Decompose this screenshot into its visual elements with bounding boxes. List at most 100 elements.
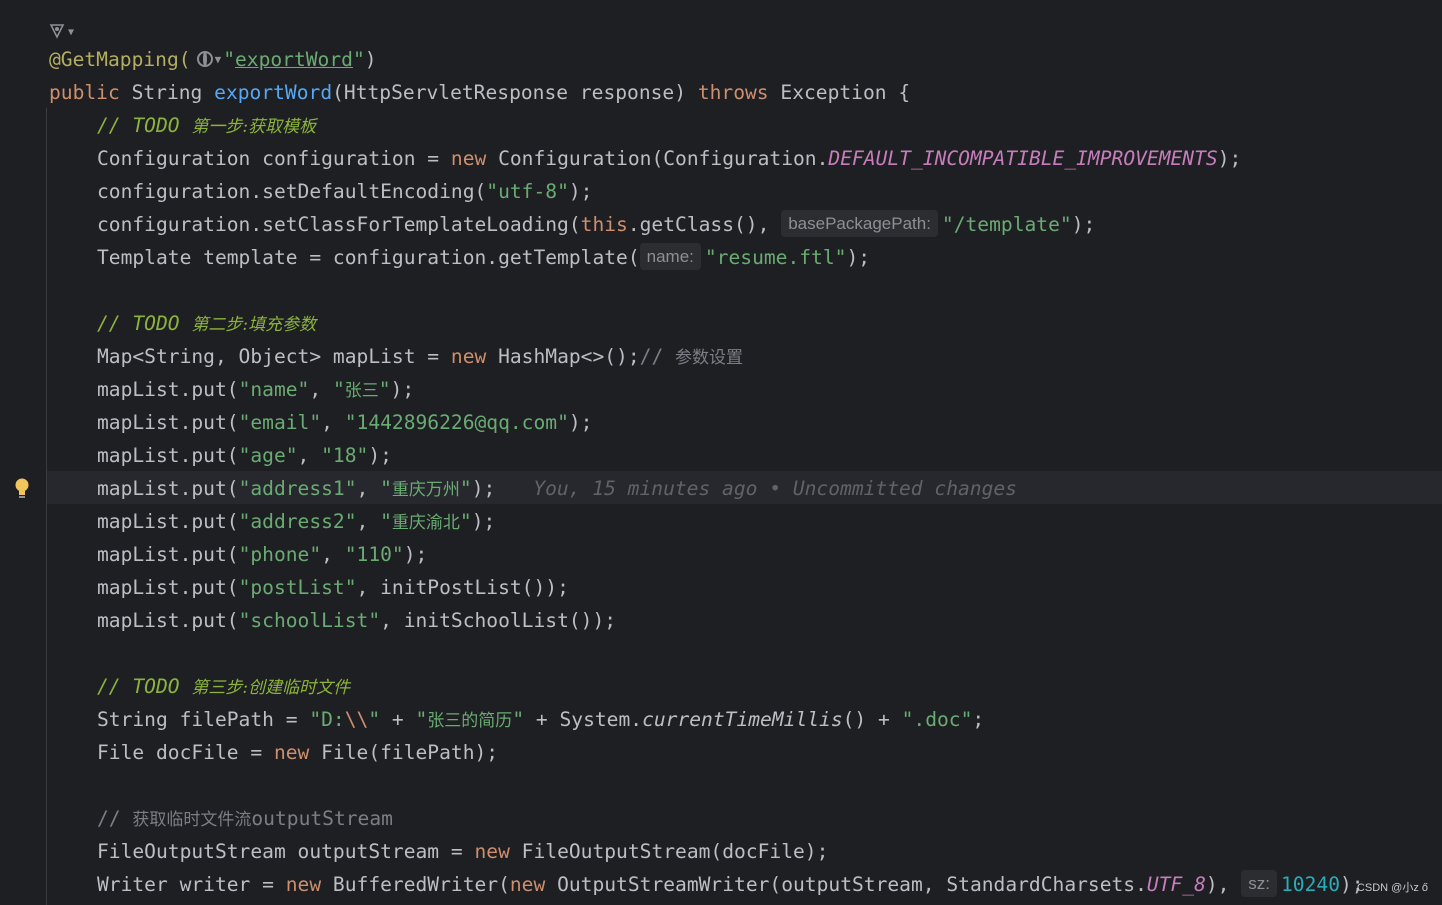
globe-icon[interactable]: [196, 51, 213, 67]
keyword: new: [509, 873, 546, 896]
comment-text: 第二步:填充参数: [191, 315, 317, 335]
code-text: OutputStreamWriter(outputStream, Standar…: [545, 873, 1147, 896]
string: "address1": [238, 477, 357, 500]
comment-text: 参数设置: [675, 348, 744, 368]
code-text: FileOutputStream(docFile);: [509, 840, 829, 863]
code-text: mapList.put(: [97, 576, 239, 599]
code-text: () +: [842, 708, 902, 731]
code-text: mapList.put(: [97, 378, 239, 401]
comment: //: [97, 675, 133, 698]
keyword: throws: [697, 81, 769, 104]
code-text: FileOutputStream outputStream =: [97, 840, 475, 863]
string: ".doc": [901, 708, 973, 731]
keyword: this: [580, 213, 628, 236]
string-quote: ": [368, 708, 381, 731]
comment: //: [639, 345, 676, 368]
todo-keyword: TODO: [132, 312, 192, 335]
watermark: CSDN @小z ő: [1356, 882, 1428, 894]
code-line-11[interactable]: mapList.put("name", "张三");: [97, 373, 414, 406]
code-text: );: [846, 246, 871, 269]
code-line-4[interactable]: Configuration configuration = new Config…: [97, 142, 1241, 175]
string: 重庆万州: [391, 480, 460, 500]
operator: +: [380, 708, 416, 731]
keyword: new: [450, 147, 487, 170]
code-text: );: [1071, 213, 1096, 236]
string-quote: ": [352, 48, 365, 71]
code-line-10[interactable]: Map<String, Object> mapList = new HashMa…: [97, 340, 743, 373]
lightbulb-icon[interactable]: [12, 477, 32, 501]
string: "utf-8": [486, 180, 569, 203]
code-line-24[interactable]: // 获取临时文件流outputStream: [97, 802, 393, 835]
code-text: BufferedWriter(: [321, 873, 510, 896]
indent-guide: [46, 108, 47, 905]
code-line-20[interactable]: // TODO 第三步:创建临时文件: [97, 670, 350, 703]
comment-text: 第三步:创建临时文件: [191, 678, 351, 698]
comment: //: [97, 114, 133, 137]
string: "address2": [238, 510, 357, 533]
parameter-hint: sz:: [1241, 870, 1278, 897]
comment-text: outputStream: [251, 807, 393, 830]
string: "email": [238, 411, 322, 434]
code-line-13[interactable]: mapList.put("age", "18");: [97, 439, 392, 472]
static-constant: DEFAULT_INCOMPATIBLE_IMPROVEMENTS: [828, 147, 1218, 170]
code-line-17[interactable]: mapList.put("postList", initPostList());: [97, 571, 569, 604]
code-line-15[interactable]: mapList.put("address2", "重庆渝北");: [97, 505, 495, 538]
paren: ): [364, 48, 377, 71]
code-text: mapList.put(: [97, 609, 239, 632]
string: "110": [344, 543, 404, 566]
code-line-25[interactable]: FileOutputStream outputStream = new File…: [97, 835, 828, 868]
code-line-5[interactable]: configuration.setDefaultEncoding("utf-8"…: [97, 175, 592, 208]
code-text: mapList.put(: [97, 543, 239, 566]
code-line-3[interactable]: // TODO 第一步:获取模板: [97, 109, 316, 142]
keyword: new: [450, 345, 487, 368]
code-line-12[interactable]: mapList.put("email", "1442896226@qq.com"…: [97, 406, 592, 439]
keyword: new: [474, 840, 510, 863]
code-text: HashMap<>();: [486, 345, 640, 368]
bean-method-icon[interactable]: ▼: [48, 22, 82, 42]
code-line-16[interactable]: mapList.put("phone", "110");: [97, 538, 427, 571]
string: 张三: [344, 381, 379, 401]
code-text: .getClass(),: [627, 213, 782, 236]
code-line-18[interactable]: mapList.put("schoolList", initSchoolList…: [97, 604, 616, 637]
string: "18": [321, 444, 369, 467]
code-text: mapList.put(: [97, 444, 239, 467]
code-line-21[interactable]: String filePath = "D:\\" + "张三的简历" + Sys…: [97, 703, 984, 736]
static-constant: UTF_8: [1146, 873, 1206, 896]
string: "D:: [309, 708, 345, 731]
code-text: mapList.put(: [97, 411, 239, 434]
code-text: Template template = configuration.getTem…: [97, 246, 640, 269]
mapping-path-link[interactable]: exportWord: [235, 48, 353, 71]
string: "1442896226@qq.com": [344, 411, 569, 434]
string: "/template": [941, 213, 1072, 236]
code-text: Map<String, Object> mapList =: [97, 345, 451, 368]
string: 张三的简历: [427, 711, 513, 731]
params: (HttpServletResponse response): [332, 81, 698, 104]
code-text: File(filePath);: [309, 741, 499, 764]
git-blame-annotation[interactable]: You, 15 minutes ago • Uncommitted change…: [533, 477, 1017, 500]
code-text: configuration.setDefaultEncoding(: [97, 180, 487, 203]
code-line-22[interactable]: File docFile = new File(filePath);: [97, 736, 498, 769]
code-text: Configuration(Configuration.: [486, 147, 829, 170]
code-line-9[interactable]: // TODO 第二步:填充参数: [97, 307, 316, 340]
code-text: Exception {: [768, 81, 911, 104]
code-text: ;: [972, 708, 985, 731]
code-line-26[interactable]: Writer writer = new BufferedWriter(new O…: [97, 868, 1364, 901]
method-call: initSchoolList(): [403, 609, 593, 632]
comment: //: [97, 807, 133, 830]
comment-text: 第一步:获取模板: [191, 117, 317, 137]
annotation: @GetMapping(: [49, 48, 191, 71]
keyword: public: [49, 81, 120, 104]
code-line-2[interactable]: public String exportWord(HttpServletResp…: [49, 76, 910, 109]
code-text: File docFile =: [97, 741, 274, 764]
code-text: Writer writer =: [97, 873, 286, 896]
string-quote: ": [223, 48, 235, 71]
code-line-1[interactable]: @GetMapping(▼ "exportWord"): [49, 43, 377, 76]
keyword: new: [273, 741, 310, 764]
code-text: Configuration configuration =: [97, 147, 451, 170]
code-line-6[interactable]: configuration.setClassForTemplateLoading…: [97, 208, 1095, 241]
code-text: + System.: [524, 708, 643, 731]
string: "age": [238, 444, 298, 467]
code-line-14[interactable]: mapList.put("address1", "重庆万州"); You, 15 …: [97, 472, 1017, 505]
code-line-7[interactable]: Template template = configuration.getTem…: [97, 241, 870, 274]
escape-sequence: \\: [344, 708, 369, 731]
